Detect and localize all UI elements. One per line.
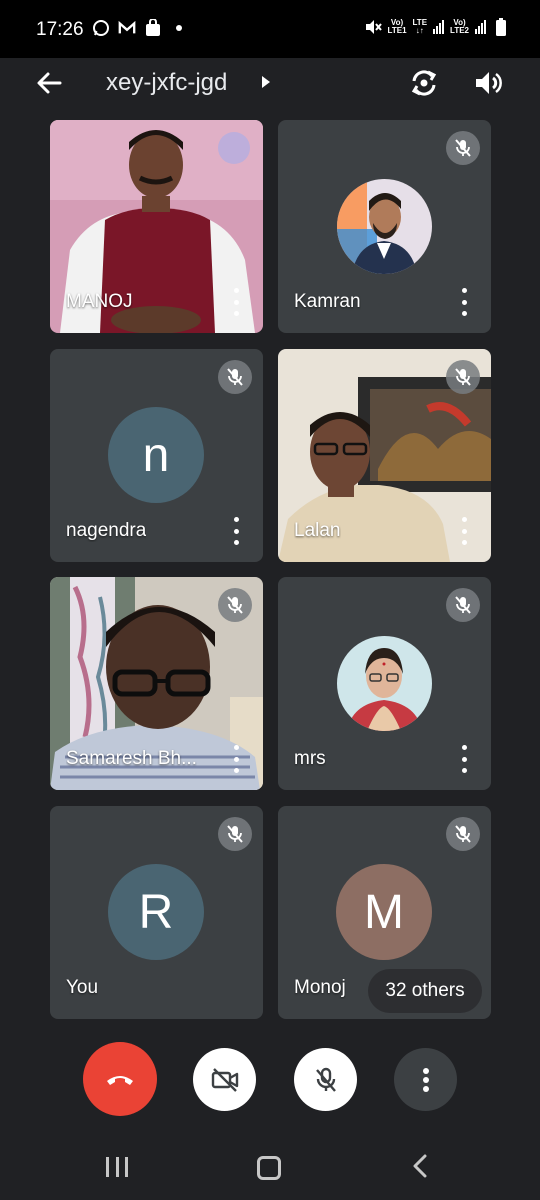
mic-off-icon — [446, 588, 480, 622]
profile-photo — [337, 179, 432, 274]
back-arrow-icon[interactable] — [34, 68, 64, 98]
bag-icon — [144, 19, 162, 37]
mic-off-icon — [218, 588, 252, 622]
battery-icon — [492, 18, 510, 36]
more-vert-icon[interactable] — [231, 745, 241, 773]
signal-icon-2 — [475, 20, 486, 34]
more-options-button[interactable] — [394, 1048, 457, 1111]
mic-off-icon — [446, 817, 480, 851]
more-vert-icon[interactable] — [459, 288, 469, 316]
profile-photo — [337, 636, 432, 731]
more-vert-icon[interactable] — [459, 517, 469, 545]
notification-icons — [92, 19, 188, 37]
avatar-letter: R — [108, 864, 204, 960]
status-bar: 17:26 Vo) LTE1 LTE ↓↑ Vo) LTE2 — [0, 0, 540, 58]
participant-name: Lalan — [294, 520, 341, 541]
participant-tile-mrs[interactable]: mrs — [278, 577, 491, 790]
more-vert-icon — [422, 1067, 429, 1092]
participant-name: mrs — [294, 748, 326, 769]
status-right-icons: Vo) LTE1 LTE ↓↑ Vo) LTE2 — [364, 18, 510, 36]
avatar-letter: M — [336, 864, 432, 960]
sim1-label: Vo) LTE1 — [387, 18, 407, 35]
mic-off-icon — [218, 360, 252, 394]
participant-tile-lalan[interactable]: Lalan — [278, 349, 491, 562]
more-vert-icon[interactable] — [231, 288, 241, 316]
mic-toggle-button[interactable] — [294, 1048, 357, 1111]
participant-name: MANOJ — [66, 291, 133, 312]
avatar-letter: n — [108, 407, 204, 503]
more-vert-icon[interactable] — [459, 745, 469, 773]
nav-back-icon[interactable] — [410, 1154, 430, 1178]
participant-name: Kamran — [294, 291, 361, 312]
participant-tile-nagendra[interactable]: n nagendra — [50, 349, 263, 562]
participant-tile-samaresh[interactable]: Samaresh Bh... — [50, 577, 263, 790]
app-bar: xey-jxfc-jgd — [0, 58, 540, 108]
participant-name: Samaresh Bh... — [66, 748, 197, 769]
participant-tile-you[interactable]: R You — [50, 806, 263, 1019]
mic-off-icon — [315, 1067, 336, 1092]
meeting-code[interactable]: xey-jxfc-jgd — [106, 69, 227, 97]
participant-tile-manoj[interactable]: MANOJ — [50, 120, 263, 333]
status-time: 17:26 — [36, 19, 84, 40]
whatsapp-icon — [92, 19, 110, 37]
camera-off-icon — [211, 1067, 238, 1092]
participant-name: Monoj — [294, 977, 346, 998]
end-call-icon — [107, 1076, 133, 1085]
participant-name: nagendra — [66, 520, 147, 541]
participant-name: You — [66, 977, 99, 998]
recents-icon[interactable] — [106, 1157, 128, 1177]
more-vert-icon[interactable] — [231, 517, 241, 545]
data-arrows-icon: ↓↑ — [415, 26, 424, 35]
participant-tile-kamran[interactable]: Kamran — [278, 120, 491, 333]
mic-off-icon — [218, 817, 252, 851]
signal-icon-1 — [433, 20, 445, 34]
others-count-chip[interactable]: 32 others — [368, 969, 482, 1013]
home-icon[interactable] — [257, 1156, 281, 1180]
sim2-label: Vo) LTE2 — [450, 18, 469, 35]
mute-status-icon — [364, 18, 382, 36]
gmail-icon — [118, 19, 136, 37]
dot-icon — [170, 19, 188, 37]
system-nav-bar — [0, 1132, 540, 1200]
camera-toggle-button[interactable] — [193, 1048, 256, 1111]
end-call-button[interactable] — [83, 1042, 157, 1116]
flip-camera-icon[interactable] — [408, 67, 440, 99]
lte-label: LTE ↓↑ — [412, 18, 428, 35]
mic-off-icon — [446, 360, 480, 394]
speaker-icon[interactable] — [472, 67, 504, 99]
mic-off-icon — [446, 131, 480, 165]
chevron-right-icon[interactable] — [259, 74, 273, 90]
